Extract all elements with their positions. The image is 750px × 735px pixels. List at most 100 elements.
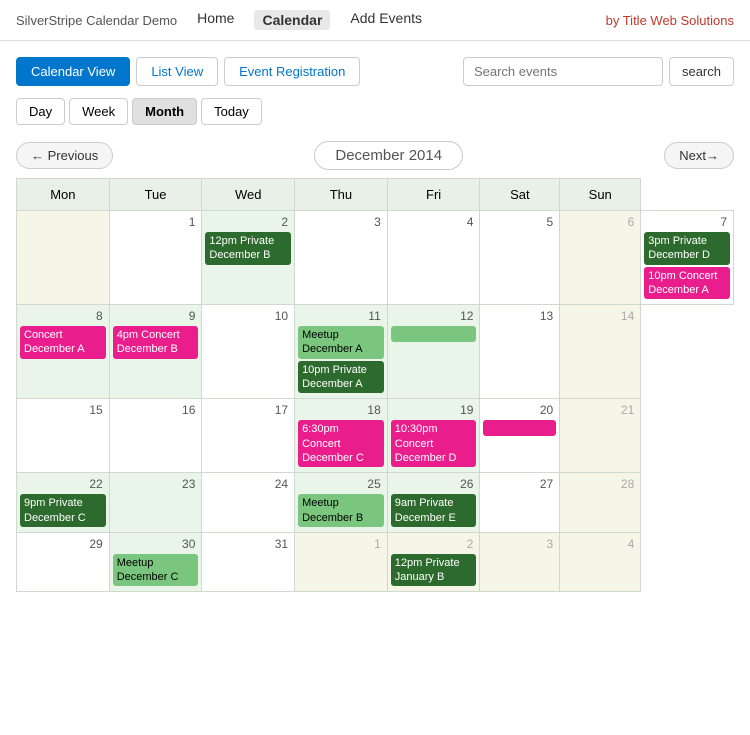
day-number: 7 (644, 214, 730, 230)
calendar-cell-w4-d6[interactable]: 27 (480, 473, 560, 533)
calendar-cell-w5-d4[interactable]: 1 (295, 532, 388, 592)
calendar-event[interactable]: Meetup December C (113, 554, 199, 587)
calendar-cell-w2-d5[interactable]: 12 (387, 305, 480, 399)
nav-calendar[interactable]: Calendar (254, 10, 330, 30)
day-number: 5 (483, 214, 556, 230)
header-mon: Mon (17, 179, 110, 211)
calendar-cell-w5-d3[interactable]: 31 (202, 532, 295, 592)
day-number: 8 (20, 308, 106, 324)
calendar-week-5: 29 30 Meetup December C 311212pm Private Ja… (17, 532, 734, 592)
calendar-event[interactable]: 10pm Concert December A (644, 267, 730, 300)
calendar-cell-w4-d3[interactable]: 24 (202, 473, 295, 533)
day-number: 29 (20, 536, 106, 552)
calendar-cell-w3-d7[interactable]: 21 (560, 399, 641, 473)
list-view-btn[interactable]: List View (136, 57, 218, 86)
calendar-event[interactable]: 9am Private December E (391, 494, 477, 527)
calendar-cell-w2-d3[interactable]: 10 (202, 305, 295, 399)
header-fri: Fri (387, 179, 480, 211)
calendar-cell-w5-d5[interactable]: 212pm Private January B (387, 532, 480, 592)
nav-add-events[interactable]: Add Events (350, 10, 422, 30)
calendar-event-span[interactable] (391, 326, 477, 342)
calendar-cell-w1-d6[interactable]: 5 (480, 211, 560, 305)
calendar-cell-w3-d3[interactable]: 17 (202, 399, 295, 473)
calendar-cell-w1-d7[interactable]: 6 (560, 211, 641, 305)
calendar-event[interactable]: 12pm Private December B (205, 232, 291, 265)
calendar-cell-w1-d5[interactable]: 4 (387, 211, 480, 305)
calendar-event[interactable]: 4pm Concert December B (113, 326, 199, 359)
calendar-cell-w4-d4[interactable]: 25 Meetup December B (295, 473, 388, 533)
calendar-cell-w4-d5[interactable]: 26 9am Private December E (387, 473, 480, 533)
calendar-cell-w3-d5[interactable]: 19 10:30pm Concert December D (387, 399, 480, 473)
calendar-event[interactable]: 3pm Private December D (644, 232, 730, 265)
brand-name: SilverStripe Calendar Demo (16, 13, 177, 28)
search-button[interactable]: search (669, 57, 734, 86)
calendar-week-3: 15161718 6:30pm Concert December C 19 10:30… (17, 399, 734, 473)
day-number: 26 (391, 476, 477, 492)
event-registration-btn[interactable]: Event Registration (224, 57, 360, 86)
main-content: Calendar View List View Event Registrati… (0, 41, 750, 608)
day-number: 4 (563, 536, 637, 552)
calendar-event[interactable]: Concert December A (20, 326, 106, 359)
calendar-cell-w1-d4[interactable]: 3 (295, 211, 388, 305)
calendar-cell-w2-d6[interactable]: 13 (480, 305, 560, 399)
day-btn[interactable]: Day (16, 98, 65, 125)
calendar-view-btn[interactable]: Calendar View (16, 57, 130, 86)
calendar-cell-w3-d4[interactable]: 18 6:30pm Concert December C (295, 399, 388, 473)
today-btn[interactable]: Today (201, 98, 262, 125)
day-number (20, 214, 106, 216)
next-btn[interactable]: Next→ (664, 142, 734, 169)
day-number: 18 (298, 402, 384, 418)
nav-links: Home Calendar Add Events (197, 10, 605, 30)
calendar-event[interactable]: 6:30pm Concert December C (298, 420, 384, 467)
calendar-cell-w1-d1[interactable] (17, 211, 110, 305)
calendar-event[interactable]: 10:30pm Concert December D (391, 420, 477, 467)
day-number: 22 (20, 476, 106, 492)
week-btn[interactable]: Week (69, 98, 128, 125)
calendar-cell-w1-d2[interactable]: 1 (109, 211, 202, 305)
day-number: 3 (298, 214, 384, 230)
calendar-cell-w2-d1[interactable]: 8 Concert December A (17, 305, 110, 399)
calendar-event[interactable]: Meetup December B (298, 494, 384, 527)
day-number: 13 (483, 308, 556, 324)
previous-btn[interactable]: ← Previous (16, 142, 113, 169)
day-number: 15 (20, 402, 106, 418)
calendar-cell-w2-d4[interactable]: 11Meetup December A10pm Private December… (295, 305, 388, 399)
month-btn[interactable]: Month (132, 98, 197, 125)
calendar-cell-w1-d8[interactable]: 7 3pm Private December D10pm Concert Dece… (641, 211, 734, 305)
day-number: 30 (113, 536, 199, 552)
calendar-cell-w3-d1[interactable]: 15 (17, 399, 110, 473)
day-number: 12 (391, 308, 477, 324)
header-tue: Tue (109, 179, 202, 211)
day-number: 31 (205, 536, 291, 552)
calendar-event-span[interactable] (483, 420, 556, 436)
calendar-cell-w2-d2[interactable]: 94pm Concert December B (109, 305, 202, 399)
nav-home[interactable]: Home (197, 10, 234, 30)
calendar-cell-w3-d2[interactable]: 16 (109, 399, 202, 473)
calendar-event[interactable]: Meetup December A (298, 326, 384, 359)
calendar-cell-w4-d1[interactable]: 22 9pm Private December C (17, 473, 110, 533)
calendar-cell-w2-d7[interactable]: 14 (560, 305, 641, 399)
day-number: 19 (391, 402, 477, 418)
day-number: 23 (113, 476, 199, 492)
day-number: 4 (391, 214, 477, 230)
calendar-cell-w4-d7[interactable]: 28 (560, 473, 641, 533)
calendar-cell-w5-d1[interactable]: 29 (17, 532, 110, 592)
calendar-cell-w5-d2[interactable]: 30 Meetup December C (109, 532, 202, 592)
calendar-cell-w1-d3[interactable]: 212pm Private December B (202, 211, 295, 305)
calendar-cell-w5-d6[interactable]: 3 (480, 532, 560, 592)
search-input[interactable] (463, 57, 663, 86)
view-toolbar: Calendar View List View Event Registrati… (16, 57, 734, 86)
day-number: 28 (563, 476, 637, 492)
day-number: 25 (298, 476, 384, 492)
calendar-event[interactable]: 9pm Private December C (20, 494, 106, 527)
calendar-cell-w3-d6[interactable]: 20 (480, 399, 560, 473)
calendar-event[interactable]: 10pm Private December A (298, 361, 384, 394)
calendar-cell-w5-d7[interactable]: 4 (560, 532, 641, 592)
day-number: 3 (483, 536, 556, 552)
calendar-cell-w4-d2[interactable]: 23 (109, 473, 202, 533)
day-number: 14 (563, 308, 637, 324)
calendar-event[interactable]: 12pm Private January B (391, 554, 477, 587)
calendar-week-1: 1212pm Private December B34567 3pm Privat… (17, 211, 734, 305)
calendar-week-2: 8 Concert December A94pm Concert December… (17, 305, 734, 399)
day-number: 21 (563, 402, 637, 418)
